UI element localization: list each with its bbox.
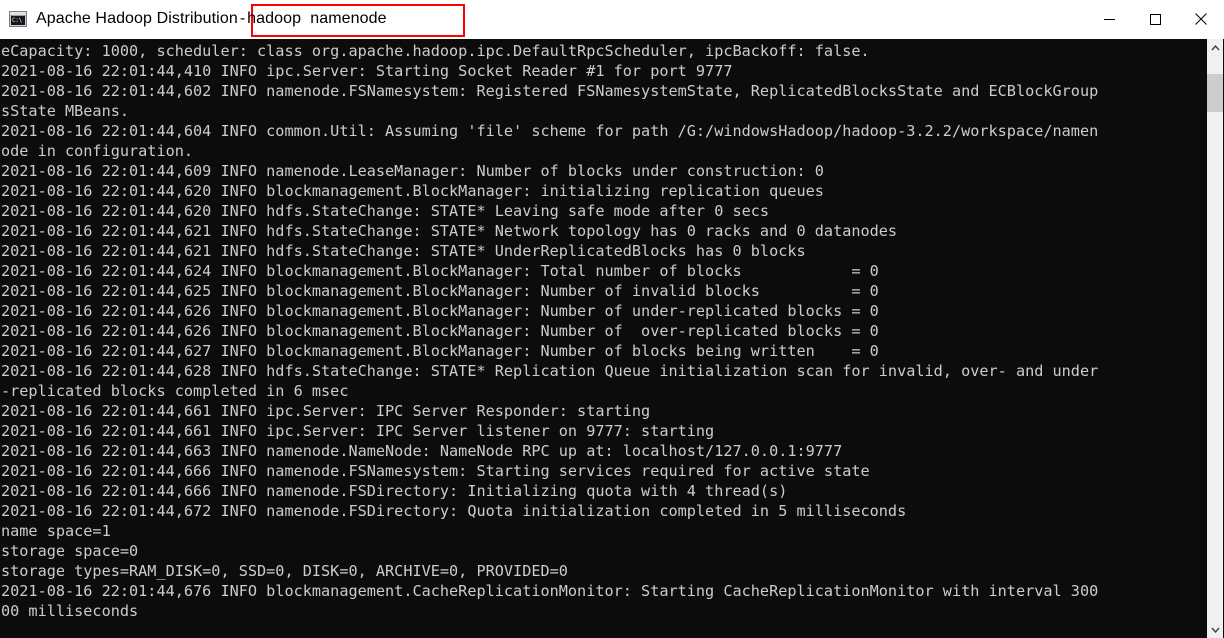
window-title: Apache Hadoop Distribution xyxy=(36,10,238,27)
vertical-scrollbar[interactable] xyxy=(1206,39,1224,638)
close-button[interactable] xyxy=(1178,0,1224,38)
console-line: 2021-08-16 22:01:44,627 INFO blockmanage… xyxy=(1,342,879,360)
console-line: 2021-08-16 22:01:44,621 INFO hdfs.StateC… xyxy=(1,242,806,260)
console-line: 2021-08-16 22:01:44,676 INFO blockmanage… xyxy=(1,582,1099,600)
console-icon-screen: C:\ xyxy=(11,16,25,25)
console-line: 2021-08-16 22:01:44,625 INFO blockmanage… xyxy=(1,282,879,300)
console-line: 2021-08-16 22:01:44,628 INFO hdfs.StateC… xyxy=(1,362,1099,380)
console-icon: C:\ xyxy=(9,11,27,27)
console-area: eCapacity: 1000, scheduler: class org.ap… xyxy=(0,39,1224,638)
chevron-up-icon xyxy=(1211,44,1220,50)
console-line: 00 milliseconds xyxy=(1,602,139,620)
title-bar-left: C:\ Apache Hadoop Distribution - hadoop … xyxy=(0,0,387,38)
window-controls xyxy=(1086,0,1224,38)
minimize-icon xyxy=(1103,18,1115,20)
console-line: 2021-08-16 22:01:44,661 INFO ipc.Server:… xyxy=(1,422,715,440)
console-line: 2021-08-16 22:01:44,661 INFO ipc.Server:… xyxy=(1,402,651,420)
console-line: 2021-08-16 22:01:44,410 INFO ipc.Server:… xyxy=(1,62,733,80)
console-line: 2021-08-16 22:01:44,666 INFO namenode.FS… xyxy=(1,462,870,480)
scrollbar-thumb[interactable] xyxy=(1207,74,1224,112)
console-line: 2021-08-16 22:01:44,620 INFO blockmanage… xyxy=(1,182,824,200)
console-line: 2021-08-16 22:01:44,609 INFO namenode.Le… xyxy=(1,162,824,180)
title-bar[interactable]: C:\ Apache Hadoop Distribution - hadoop … xyxy=(0,0,1224,39)
console-line: sState MBeans. xyxy=(1,102,130,120)
console-line: 2021-08-16 22:01:44,626 INFO blockmanage… xyxy=(1,302,879,320)
console-line: 2021-08-16 22:01:44,620 INFO hdfs.StateC… xyxy=(1,202,770,220)
console-line: 2021-08-16 22:01:44,604 INFO common.Util… xyxy=(1,122,1099,140)
console-line: 2021-08-16 22:01:44,672 INFO namenode.FS… xyxy=(1,502,907,520)
console-line: 2021-08-16 22:01:44,626 INFO blockmanage… xyxy=(1,322,879,340)
console-line: 2021-08-16 22:01:44,624 INFO blockmanage… xyxy=(1,262,879,280)
console-window: C:\ Apache Hadoop Distribution - hadoop … xyxy=(0,0,1224,638)
console-line: storage space=0 xyxy=(1,542,139,560)
maximize-button[interactable] xyxy=(1132,0,1178,38)
window-title-command: hadoop namenode xyxy=(247,10,387,27)
console-line: eCapacity: 1000, scheduler: class org.ap… xyxy=(1,42,870,60)
console-line: 2021-08-16 22:01:44,663 INFO namenode.Na… xyxy=(1,442,843,460)
console-output[interactable]: eCapacity: 1000, scheduler: class org.ap… xyxy=(0,39,1206,638)
maximize-icon xyxy=(1149,13,1161,25)
console-line: ode in configuration. xyxy=(1,142,194,160)
console-line: 2021-08-16 22:01:44,621 INFO hdfs.StateC… xyxy=(1,222,898,240)
title-separator: - xyxy=(239,10,246,27)
console-line: storage types=RAM_DISK=0, SSD=0, DISK=0,… xyxy=(1,562,568,580)
scroll-up-arrow[interactable] xyxy=(1207,39,1224,56)
close-icon xyxy=(1195,13,1207,25)
console-line: name space=1 xyxy=(1,522,111,540)
minimize-button[interactable] xyxy=(1086,0,1132,38)
console-line: 2021-08-16 22:01:44,666 INFO namenode.FS… xyxy=(1,482,788,500)
console-line: -replicated blocks completed in 6 msec xyxy=(1,382,349,400)
chevron-down-icon xyxy=(1211,627,1220,633)
console-line: 2021-08-16 22:01:44,602 INFO namenode.FS… xyxy=(1,82,1099,100)
scrollbar-track[interactable] xyxy=(1207,56,1224,621)
scroll-down-arrow[interactable] xyxy=(1207,621,1224,638)
